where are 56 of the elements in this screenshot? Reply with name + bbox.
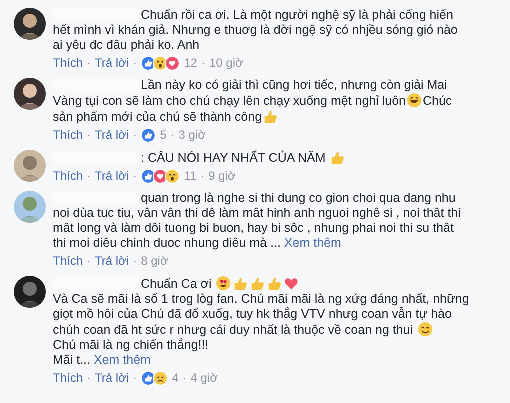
comment-time: 3 giờ [178,128,206,143]
comment-time: 4 giờ [190,371,218,386]
separator: · [87,56,92,71]
separator: · [87,254,92,269]
sad-reaction-icon [153,371,168,386]
comment-time: 10 giờ [209,56,244,71]
separator: · [170,128,175,143]
separator: · [133,254,138,269]
separator: · [200,169,205,184]
like-link[interactable]: Thích [53,371,84,386]
heart-emoji-icon [284,276,300,291]
see-more-link[interactable]: Xem thêm [284,236,342,250]
reply-link[interactable]: Trả lời [95,169,130,184]
separator: · [87,371,92,386]
thumbs-up-emoji-icon [267,276,282,291]
like-link[interactable]: Thích [53,56,84,71]
like-link[interactable]: Thích [53,254,84,269]
heart-eyes-emoji-icon [216,276,232,291]
love-reaction-icon [165,56,180,71]
reaction-count[interactable]: 5 [160,128,167,143]
like-link[interactable]: Thích [53,169,84,184]
reaction-count[interactable]: 11 [184,169,197,184]
comment-text: Mãi t... Xem thêm [53,353,152,368]
thumbs-up-emoji-icon [233,276,248,291]
comment-time: 9 giờ [208,169,236,184]
like-reaction-icon [141,128,156,143]
reply-link[interactable]: Trả lời [95,371,130,386]
like-link[interactable]: Thích [53,128,84,143]
separator: · [133,128,138,143]
separator: · [87,169,92,184]
separator: · [87,128,92,143]
thumbs-up-emoji-icon [263,109,278,124]
separator: · [133,56,138,71]
comment-text: Chuẩn rồi ca ơi. Là một người nghệ sỹ là phải cống hiến hết mình vì khán giả. Nhưng e thuơg là đời ngệ sỹ có nhjều sóng gió nào ai yêu đc đâu phải ko. Anh [53,8,459,53]
comment-text: quan trong là nghe si thi dung co gion choi qua dang nhu noi dùa tuc tiu, vân vân thi dê làm mât hinh anh nguoi nghê si , noi thât thi mât long và làm dôi tuong bi buon, hay bi sôc , nhung phai noi thi su thât thi moi diêu chinh duoc nhung diêu mà ... Xem thêm [53,191,462,251]
see-more-link[interactable]: Xem thêm [94,353,151,367]
comment-time: 8 giờ [141,254,168,269]
separator: · [182,371,187,386]
reply-link[interactable]: Trả lời [95,56,130,71]
smiling-emoji-icon [418,322,432,337]
comment-text: Chuẩn Ca ơi [53,276,470,292]
comment-text: Chú mãi là ng chiến thắng!!! [53,338,210,353]
reaction-count[interactable]: 4 [172,371,179,386]
reply-link[interactable]: Trả lời [95,128,130,143]
laughing-emoji-icon [407,93,422,108]
comment-text: Lần này ko có giải thì cũng hơi tiếc, nhưng còn giải Mai Vàng tụi con sẽ làm cho chú chạy lên chạy xuống mệt nghỉ luôn Chúc sản phẩm mới của chú sẽ thành công [53,78,454,125]
reaction-count[interactable]: 12 [184,56,198,71]
comment-text: : CÂU NÓI HAY NHẤT CỦA NĂM [53,150,470,166]
thumbs-up-emoji-icon [330,150,346,165]
wow-reaction-icon [165,169,180,184]
separator: · [133,169,138,184]
reply-link[interactable]: Trả lời [95,254,130,269]
thumbs-up-emoji-icon [250,276,266,291]
separator: · [133,371,138,386]
separator: · [201,56,206,71]
comment-text: Và Ca sẽ mãi là số 1 trog lòg fan. Chú mãi mãi là ng xứg đáng nhất, những giọt mồ hôi của Chú đã đổ xuốg, tuy hk thắg VTV nhưg coan vẫn tự hào chúh coan đã ht sức r nhưg cái duy nhất là thuộc về coan ng thui [53,292,470,338]
